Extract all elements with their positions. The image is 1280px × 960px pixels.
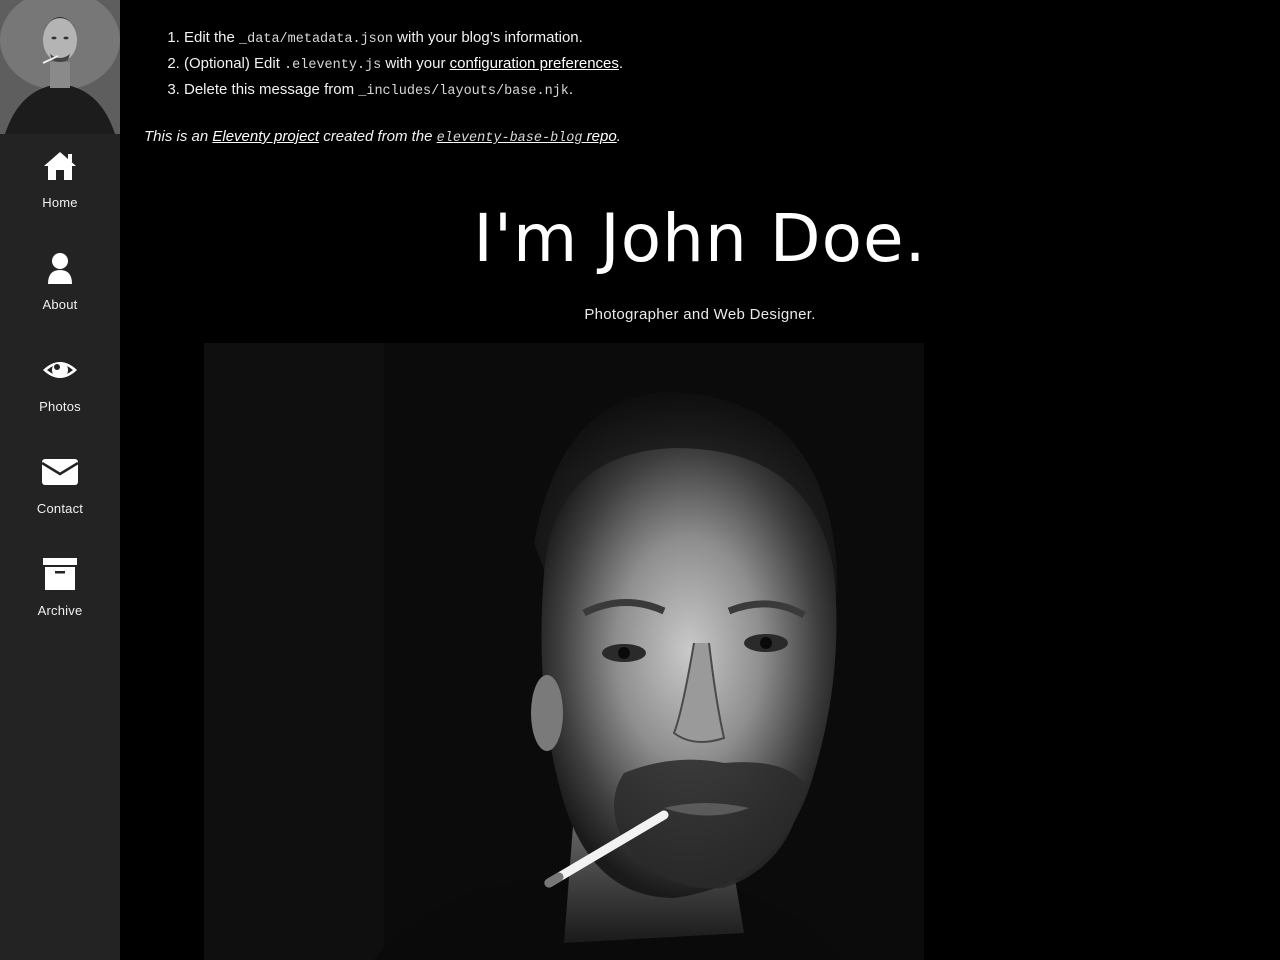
nav-contact[interactable]: Contact <box>0 440 120 542</box>
configuration-preferences-link[interactable]: configuration preferences <box>450 55 619 72</box>
avatar[interactable] <box>0 0 120 134</box>
home-icon <box>44 152 76 180</box>
setup-steps-list: Edit the _data/metadata.json with your b… <box>144 26 623 104</box>
nav-photos[interactable]: Photos <box>0 338 120 440</box>
user-icon <box>48 253 72 284</box>
code-snippet: _data/metadata.json <box>239 32 393 47</box>
setup-step: Edit the _data/metadata.json with your b… <box>184 26 623 52</box>
nav-about[interactable]: About <box>0 236 120 338</box>
eleventy-base-blog-link[interactable]: eleventy-base-blog repo <box>437 128 617 146</box>
main-content: Edit the _data/metadata.json with your b… <box>120 0 1280 960</box>
nav-home[interactable]: Home <box>0 134 120 236</box>
portrait-image <box>204 343 924 960</box>
archive-icon <box>43 558 77 590</box>
code-snippet: _includes/layouts/base.njk <box>358 84 569 99</box>
nav-archive-label: Archive <box>37 603 83 618</box>
nav-contact-label: Contact <box>36 501 84 516</box>
setup-step: Delete this message from _includes/layou… <box>184 78 623 104</box>
setup-step: (Optional) Edit .eleventy.js with your c… <box>184 52 623 78</box>
sidebar: Home About Photos Contact Archive <box>0 0 120 960</box>
eye-icon <box>43 362 77 378</box>
nav-photos-label: Photos <box>39 399 81 414</box>
nav-about-label: About <box>42 297 78 312</box>
hero-title: I'm John Doe. <box>473 200 927 277</box>
hero-subtitle: Photographer and Web Designer. <box>584 306 816 323</box>
code-snippet: .eleventy.js <box>284 58 382 73</box>
project-note: This is an Eleventy project created from… <box>144 128 621 146</box>
eleventy-project-link[interactable]: Eleventy project <box>212 128 319 145</box>
avatar-photo <box>0 0 120 134</box>
hero-photo <box>204 343 924 960</box>
envelope-icon <box>42 459 78 485</box>
nav-archive[interactable]: Archive <box>0 542 120 644</box>
nav-home-label: Home <box>42 195 78 210</box>
